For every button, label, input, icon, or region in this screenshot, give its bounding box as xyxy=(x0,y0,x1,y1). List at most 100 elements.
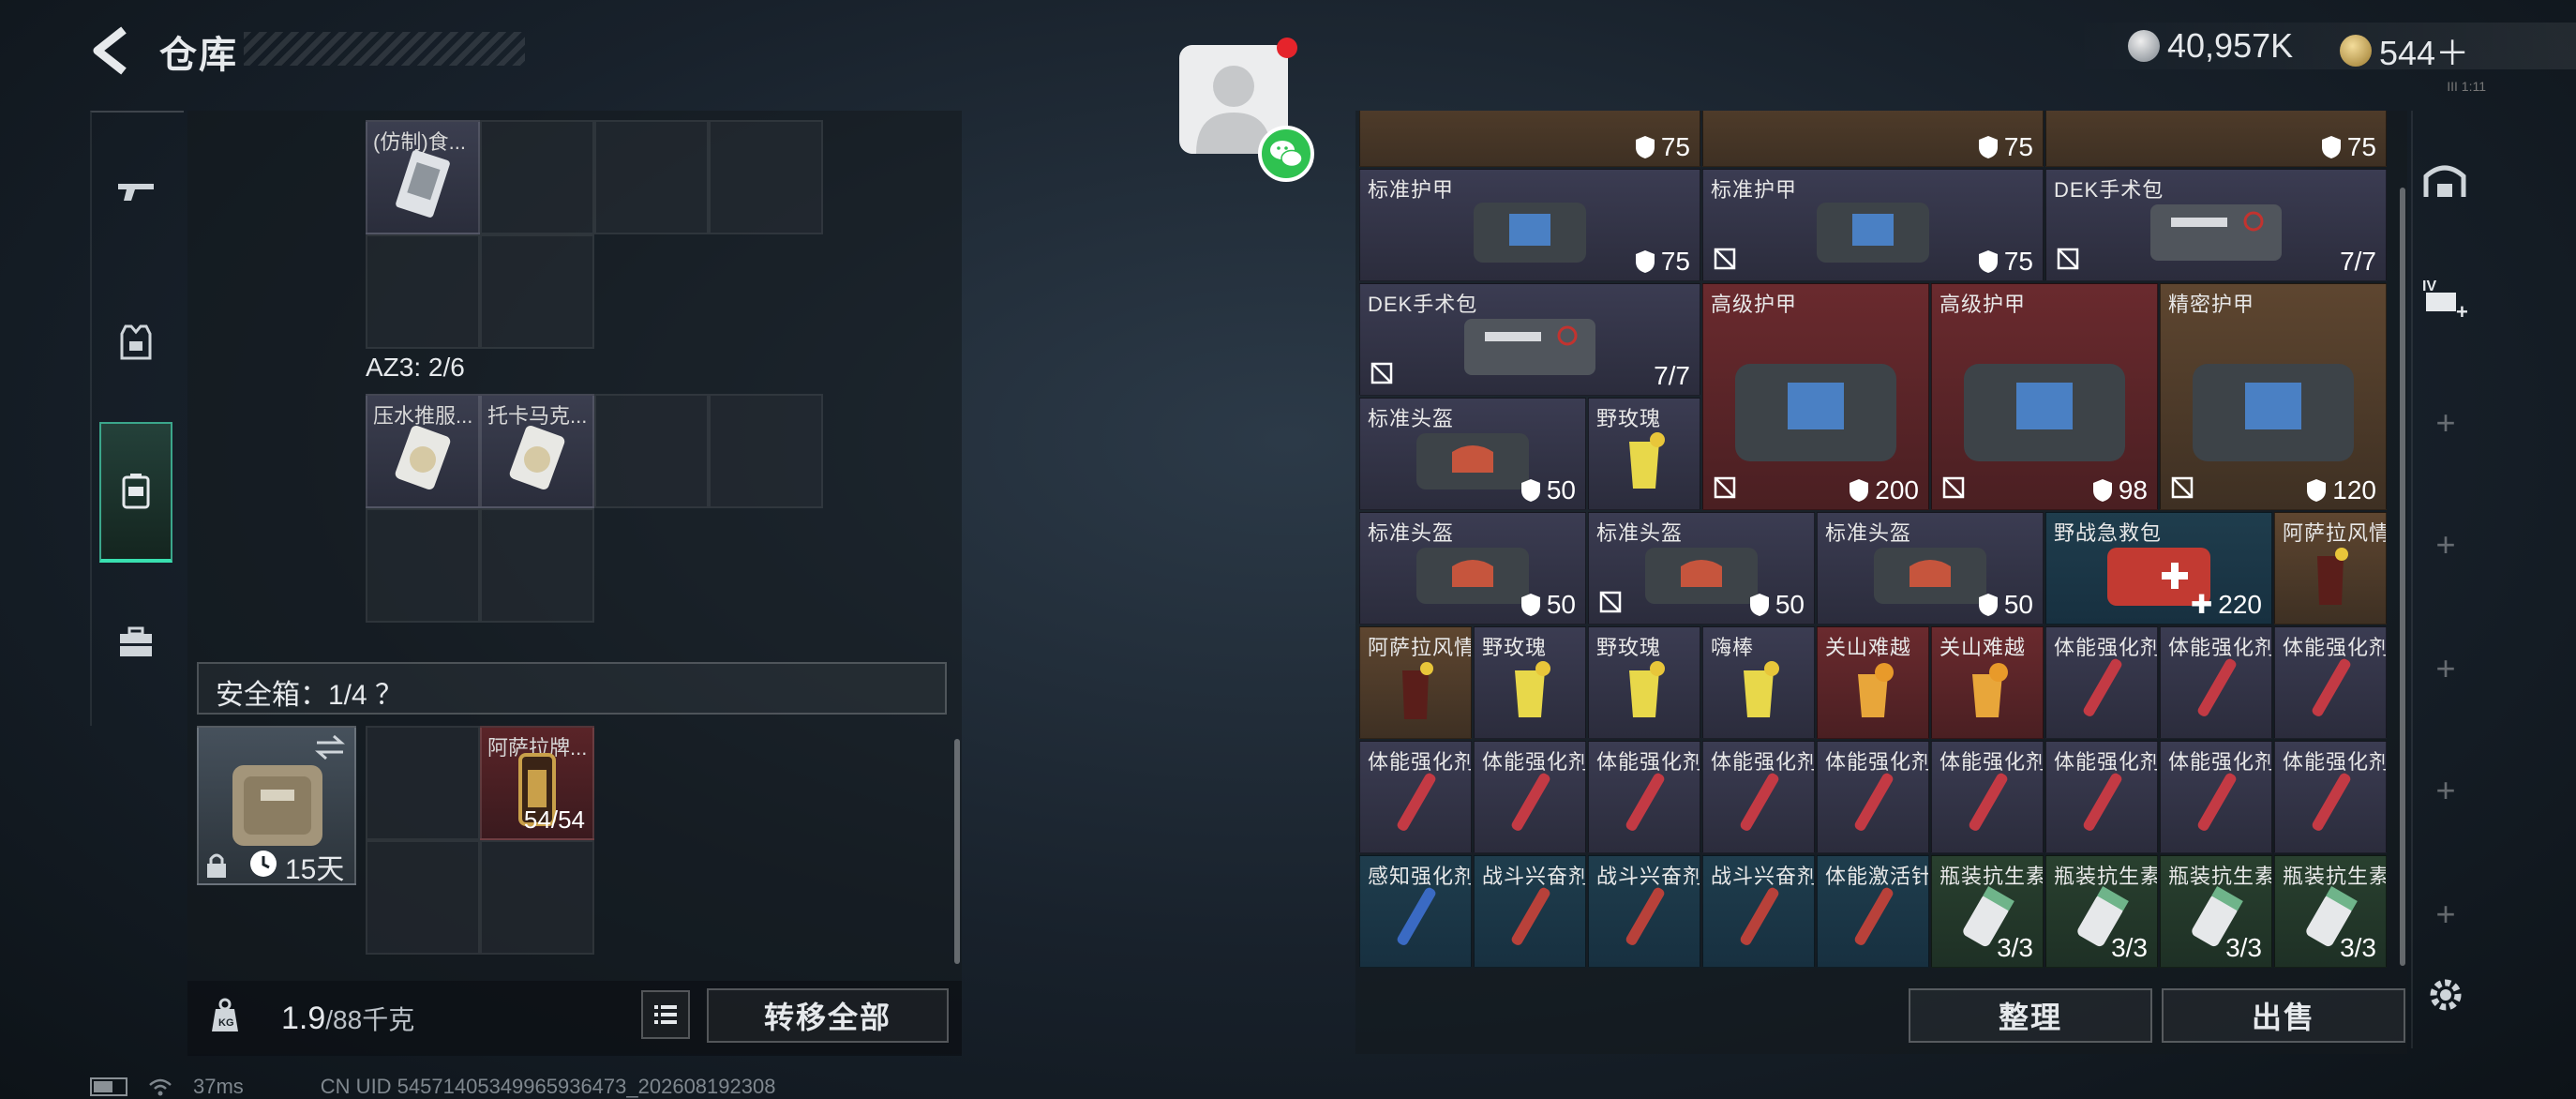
grid-item-advanced-armor[interactable]: 高级护甲 200 xyxy=(1702,283,1929,510)
grid-slot[interactable] xyxy=(709,394,823,508)
grid-slot[interactable] xyxy=(594,394,709,508)
grid-item-standard-helmet[interactable]: 标准头盔 50 xyxy=(1817,512,2044,625)
grid-slot[interactable] xyxy=(480,508,594,623)
gear-icon[interactable] xyxy=(2422,971,2469,1018)
grid-slot[interactable] xyxy=(594,120,709,234)
gold-currency[interactable]: 544＋ xyxy=(2340,26,2469,75)
helmet-bag-icon xyxy=(1874,548,1986,605)
safe-box-label[interactable]: 安全箱：1/4 ？ xyxy=(216,671,403,713)
grid-item-bottled-antibiotic[interactable]: 瓶装抗生素 3/3 xyxy=(1931,855,2044,968)
grid-item-combat-stimulant[interactable]: 战斗兴奋剂 xyxy=(1588,855,1700,968)
grid-item-precision-armor[interactable]: 精密护甲 120 xyxy=(2160,283,2387,510)
grid-item-asala-cigarette[interactable]: 阿萨拉牌... 54/54 xyxy=(480,726,594,840)
grid-item-armor[interactable]: 75 xyxy=(1359,111,1700,167)
grid-item-advanced-armor[interactable]: 高级护甲 98 xyxy=(1931,283,2158,510)
tab-armor[interactable] xyxy=(99,272,172,413)
add-slot-icon[interactable]: + xyxy=(2434,525,2458,564)
add-slot-icon[interactable]: + xyxy=(2434,895,2458,933)
tab-weapons[interactable] xyxy=(99,120,172,261)
grid-slot[interactable] xyxy=(366,508,480,623)
syringe-icon xyxy=(2312,658,2351,716)
armor-bag-icon xyxy=(1474,203,1586,263)
list-view-button[interactable] xyxy=(641,990,690,1039)
header-tiny-text: III 1:11 xyxy=(2447,79,2486,94)
syringe-icon xyxy=(1397,773,1436,831)
grid-item-stamina-injector[interactable]: 体能强化剂 xyxy=(2045,626,2158,739)
helmet-bag-icon xyxy=(1416,548,1529,605)
grid-item-wild-rose-drink[interactable]: 野玫瑰 xyxy=(1588,398,1700,510)
swap-icon[interactable] xyxy=(313,733,347,761)
grid-item-guanshan-drink[interactable]: 关山难越 xyxy=(1817,626,1929,739)
grid-slot[interactable] xyxy=(480,120,594,234)
grid-item-stamina-injector[interactable]: 体能强化剂 xyxy=(1474,741,1586,853)
add-slot-icon[interactable]: + xyxy=(2434,403,2458,442)
clock-icon xyxy=(250,851,277,877)
warehouse-scrollbar[interactable] xyxy=(2400,188,2405,966)
svg-text:KG: KG xyxy=(218,1017,234,1029)
grid-item-standard-helmet[interactable]: 标准头盔 50 xyxy=(1359,398,1586,510)
grid-item-standard-armor[interactable]: 标准护甲 75 xyxy=(1359,169,1700,281)
grid-item-armor[interactable]: 75 xyxy=(2045,111,2387,167)
transfer-all-button[interactable]: 转移全部 xyxy=(707,988,949,1043)
grid-item-stamina-injector[interactable]: 体能强化剂 xyxy=(1359,741,1472,853)
add-slot-icon[interactable]: + xyxy=(2434,649,2458,687)
grid-item-field-first-aid-kit[interactable]: 野战急救包 ✚ 220 xyxy=(2045,512,2272,625)
grid-item-asala-drink[interactable]: 阿萨拉风情 xyxy=(2274,512,2387,625)
grid-item-stamina-injector[interactable]: 体能强化剂 xyxy=(1931,741,2044,853)
grid-item-tablet[interactable]: (仿制)食... xyxy=(366,120,480,234)
grid-item-highball-drink[interactable]: 嗨棒 xyxy=(1702,626,1815,739)
list-icon xyxy=(654,1005,677,1024)
grid-slot[interactable] xyxy=(366,234,480,349)
grid-item-combat-stimulant[interactable]: 战斗兴奋剂 xyxy=(1474,855,1586,968)
user-uid: CN UID 5457140534996593647​3_20260819230… xyxy=(320,1075,776,1098)
grid-item-stamina-activator[interactable]: 体能激活针 xyxy=(1817,855,1929,968)
grid-item-stamina-injector[interactable]: 体能强化剂 xyxy=(2045,741,2158,853)
grid-item-wild-rose-drink[interactable]: 野玫瑰 xyxy=(1474,626,1586,739)
grid-item-stamina-injector[interactable]: 体能强化剂 xyxy=(2274,741,2387,853)
grid-item-standard-helmet[interactable]: 标准头盔 50 xyxy=(1359,512,1586,625)
grid-slot[interactable] xyxy=(366,726,480,840)
grid-item-guanshan-drink[interactable]: 关山难越 xyxy=(1931,626,2044,739)
grid-item-standard-armor[interactable]: 标准护甲 75 xyxy=(1702,169,2044,281)
grid-slot[interactable] xyxy=(709,120,823,234)
grid-item-stamina-injector[interactable]: 体能强化剂 xyxy=(2274,626,2387,739)
durability-shield-icon xyxy=(2321,136,2341,158)
grid-item-dek-surgical-kit[interactable]: DEK手术包 7/7 xyxy=(2045,169,2387,281)
grid-slot[interactable] xyxy=(480,234,594,349)
grid-item-perception-injector[interactable]: 感知强化剂 xyxy=(1359,855,1472,968)
warehouse-building-icon[interactable] xyxy=(2420,156,2469,204)
grid-item-stamina-injector[interactable]: 体能强化剂 xyxy=(2160,741,2272,853)
backpack-scrollbar[interactable] xyxy=(954,739,960,964)
grid-item-wild-rose-drink[interactable]: 野玫瑰 xyxy=(1588,626,1700,739)
grid-item-bottled-antibiotic[interactable]: 瓶装抗生素 3/3 xyxy=(2160,855,2272,968)
grid-item-tokamak[interactable]: 托卡马克... xyxy=(480,394,594,508)
ping-value: 37ms xyxy=(193,1075,244,1098)
grid-item-combat-stimulant[interactable]: 战斗兴奋剂 xyxy=(1702,855,1815,968)
tab-inventory[interactable] xyxy=(99,572,172,713)
grid-item-standard-helmet[interactable]: 标准头盔 50 xyxy=(1588,512,1815,625)
grid-item-stamina-injector[interactable]: 体能强化剂 xyxy=(1702,741,1815,853)
grid-item-bottled-antibiotic[interactable]: 瓶装抗生素 3/3 xyxy=(2045,855,2158,968)
sell-button[interactable]: 出售 xyxy=(2162,988,2405,1043)
cocktail-icon xyxy=(1858,663,1894,718)
grid-item-helmet-manual[interactable]: 压水推服... xyxy=(366,394,480,508)
grid-item-dek-surgical-kit[interactable]: DEK手术包 7/7 xyxy=(1359,283,1700,396)
syringe-icon xyxy=(1397,887,1436,945)
durability-shield-icon xyxy=(1749,594,1769,616)
cocktail-icon xyxy=(1402,662,1433,720)
grid-item-stamina-injector[interactable]: 体能强化剂 xyxy=(2160,626,2272,739)
grid-item-stamina-injector[interactable]: 体能强化剂 xyxy=(1817,741,1929,853)
grid-slot[interactable] xyxy=(480,840,594,955)
grid-slot[interactable] xyxy=(366,840,480,955)
back-arrow-icon[interactable] xyxy=(86,23,135,79)
grid-item-bottled-antibiotic[interactable]: 瓶装抗生素 3/3 xyxy=(2274,855,2387,968)
add-slot-icon[interactable]: + xyxy=(2434,771,2458,809)
grid-item-asala-drink[interactable]: 阿萨拉风情 xyxy=(1359,626,1472,739)
bag-item-icon xyxy=(509,426,565,490)
sort-button[interactable]: 整理 xyxy=(1909,988,2152,1043)
no-repair-icon xyxy=(1714,476,1736,499)
add-storage-icon[interactable]: IV + xyxy=(2420,272,2469,321)
grid-item-stamina-injector[interactable]: 体能强化剂 xyxy=(1588,741,1700,853)
grid-item-armor[interactable]: 75 xyxy=(1702,111,2044,167)
tab-backpack[interactable] xyxy=(99,422,172,563)
